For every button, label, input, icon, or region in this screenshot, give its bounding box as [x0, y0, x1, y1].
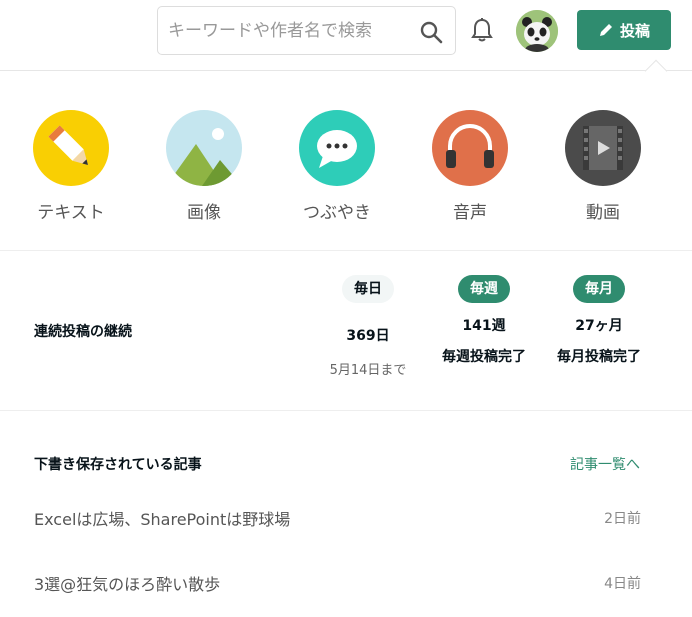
- draft-title: 3選@狂気のほろ酔い散歩: [34, 575, 221, 594]
- post-type-label: テキスト: [37, 203, 105, 223]
- post-type-murmur[interactable]: つぶやき: [287, 110, 387, 230]
- streak-count-monthly: 27ヶ月: [575, 318, 623, 334]
- streak-badge-monthly: 毎月: [573, 275, 625, 303]
- draft-time: 2日前: [604, 511, 641, 527]
- chat-bubble-icon: [299, 110, 375, 186]
- pencil-icon: [33, 110, 109, 186]
- draft-title: Excelは広場、SharePointは野球場: [34, 510, 291, 529]
- streak-monthly: 毎月 27ヶ月 毎月投稿完了: [553, 275, 645, 367]
- streak-sub-daily: 5月14日まで: [329, 363, 407, 378]
- post-button-label: 投稿: [619, 21, 650, 40]
- post-type-audio[interactable]: 音声: [420, 110, 520, 230]
- search-icon[interactable]: [419, 20, 443, 44]
- divider: [0, 410, 692, 411]
- image-icon: [166, 110, 242, 186]
- streak-badge-weekly: 毎週: [458, 275, 510, 303]
- draft-time: 4日前: [604, 576, 641, 592]
- pencil-icon: [599, 24, 612, 36]
- divider: [0, 250, 692, 251]
- post-type-text[interactable]: テキスト: [21, 110, 121, 230]
- streak-badge-daily: 毎日: [342, 275, 394, 303]
- headphones-icon: [432, 110, 508, 186]
- video-icon: [565, 110, 641, 186]
- post-type-label: 画像: [187, 203, 221, 223]
- post-button[interactable]: 投稿: [577, 10, 671, 50]
- search-input[interactable]: [168, 17, 408, 45]
- drafts-title: 下書き保存されている記事: [34, 457, 202, 473]
- streak-weekly: 毎週 141週 毎週投稿完了: [438, 275, 530, 367]
- search-box[interactable]: [157, 6, 456, 55]
- post-type-label: 音声: [453, 203, 487, 223]
- post-type-list: テキスト 画像 つぶやき 音声 動画: [0, 110, 692, 240]
- top-header: 投稿: [0, 0, 692, 62]
- post-type-label: つぶやき: [303, 203, 371, 223]
- bell-icon[interactable]: [471, 17, 493, 43]
- post-type-image[interactable]: 画像: [154, 110, 254, 230]
- draft-item[interactable]: Excelは広場、SharePointは野球場 2日前: [34, 506, 641, 536]
- avatar[interactable]: [516, 10, 558, 52]
- post-type-label: 動画: [586, 203, 620, 223]
- panda-avatar-icon: [516, 10, 558, 52]
- draft-item[interactable]: 3選@狂気のほろ酔い散歩 4日前: [34, 571, 641, 601]
- streak-status-monthly: 毎月投稿完了: [557, 349, 641, 365]
- drafts-list-link[interactable]: 記事一覧へ: [570, 454, 640, 474]
- streak-daily: 毎日 369日 5月14日まで: [318, 275, 418, 378]
- streak-count-daily: 369日: [346, 328, 390, 344]
- streak-status-weekly: 毎週投稿完了: [442, 349, 526, 365]
- streak-count-weekly: 141週: [462, 318, 506, 334]
- post-type-video[interactable]: 動画: [553, 110, 653, 230]
- streak-title: 連続投稿の継続: [34, 324, 132, 340]
